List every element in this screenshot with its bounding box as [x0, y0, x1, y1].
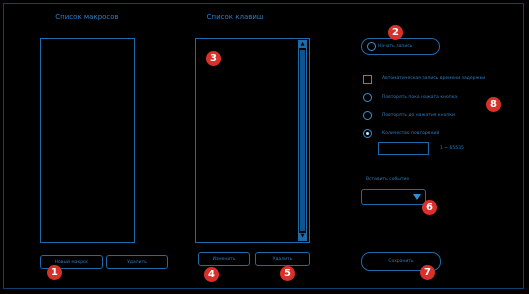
marker-2: 2: [388, 25, 403, 40]
repeat-count-label: Количество повторений: [382, 131, 440, 136]
change-key-button[interactable]: Изменить: [198, 252, 250, 266]
marker-3: 3: [206, 51, 221, 66]
key-list-title: Список клавиш: [206, 13, 264, 21]
macro-list-title: Список макросов: [55, 13, 119, 21]
marker-4: 4: [204, 267, 219, 282]
key-list-scrollbar[interactable]: ▲ ▼: [298, 40, 307, 241]
marker-6: 6: [422, 200, 437, 215]
record-circle-icon: [367, 42, 376, 51]
marker-5: 5: [280, 266, 295, 281]
scroll-down-arrow-icon[interactable]: ▼: [299, 233, 306, 240]
scroll-thumb[interactable]: [300, 50, 305, 231]
macro-list[interactable]: [40, 38, 135, 243]
insert-event-label: Вставить событие: [366, 177, 410, 182]
auto-delay-label: Автоматическая запись времени задержки: [382, 76, 486, 81]
repeat-until-pressed-label: Повторять до нажатия кнопки: [382, 113, 455, 118]
insert-event-dropdown[interactable]: [361, 189, 426, 205]
repeat-range-label: 1 ~ 65535: [440, 146, 464, 151]
marker-7: 7: [420, 265, 435, 280]
delete-key-button[interactable]: Удалить: [255, 252, 310, 266]
marker-8: 8: [486, 97, 501, 112]
marker-1: 1: [47, 265, 62, 280]
repeat-count-input[interactable]: [378, 142, 429, 155]
auto-delay-checkbox[interactable]: [363, 75, 372, 84]
record-button-label: Начать запись: [378, 44, 413, 49]
scroll-up-arrow-icon[interactable]: ▲: [299, 41, 306, 48]
delete-macro-button[interactable]: Удалить: [106, 255, 168, 269]
chevron-down-icon: [413, 194, 421, 200]
repeat-until-pressed-radio[interactable]: [363, 111, 372, 120]
repeat-while-held-label: Повторять пока нажата кнопка: [382, 95, 458, 100]
key-list[interactable]: [195, 38, 310, 243]
repeat-while-held-radio[interactable]: [363, 93, 372, 102]
repeat-count-radio[interactable]: [363, 129, 372, 138]
